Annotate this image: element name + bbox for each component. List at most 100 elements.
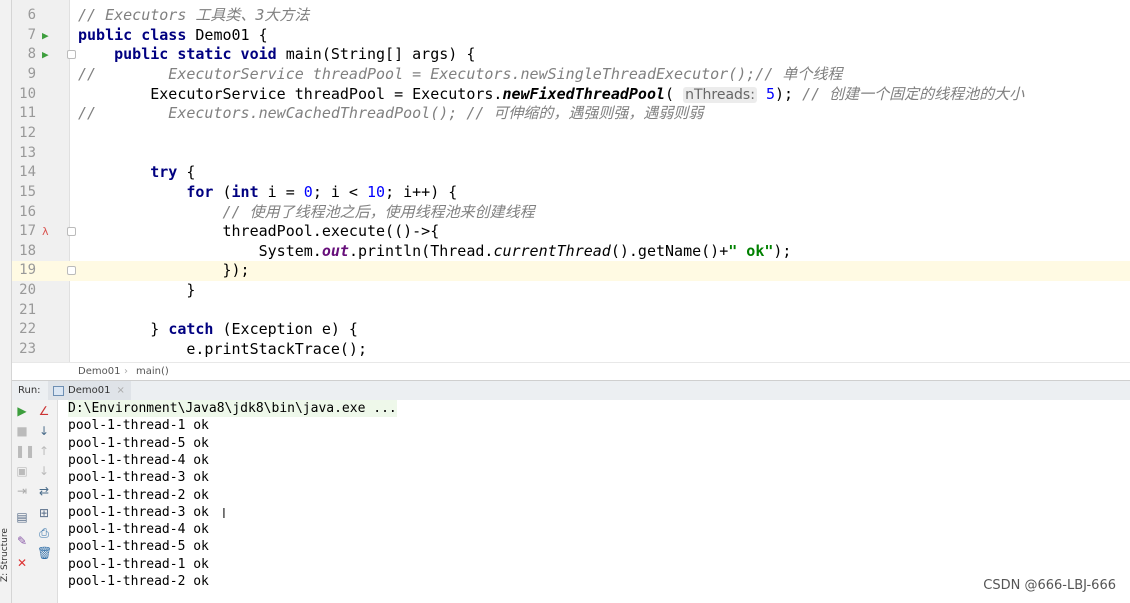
- breadcrumb-class[interactable]: Demo01: [78, 363, 120, 380]
- code-line[interactable]: 7 ▶ public class Demo01 {: [12, 26, 1130, 46]
- code-token: " ok": [728, 241, 774, 260]
- code-token: i =: [267, 182, 304, 201]
- line-number: 21: [19, 301, 36, 318]
- line-number: 13: [19, 144, 36, 161]
- code-line[interactable]: 8 ▶ public static void main(String[] args…: [12, 45, 1130, 65]
- code-token: // Executors.newCachedThreadPool(); // 可…: [78, 104, 704, 123]
- code-line[interactable]: 13: [12, 144, 1130, 164]
- pause-icon[interactable]: ❚❚: [15, 444, 35, 458]
- code-token: int: [231, 182, 268, 201]
- code-line[interactable]: 14 try {: [12, 163, 1130, 183]
- code-text: // Executors 工具类、3大方法: [78, 6, 309, 26]
- code-line[interactable]: 19 });: [12, 261, 1130, 282]
- console-command-line: D:\Environment\Java8\jdk8\bin\java.exe .…: [68, 400, 397, 418]
- wrap-icon[interactable]: ⇄: [37, 484, 51, 498]
- line-number: 14: [19, 164, 36, 181]
- code-line[interactable]: 22 } catch (Exception e) {: [12, 320, 1130, 340]
- scroll-to-end-icon[interactable]: ⊞: [37, 506, 51, 520]
- code-line[interactable]: 11 // Executors.newCachedThreadPool(); //…: [12, 104, 1130, 124]
- code-line[interactable]: 10 ExecutorService threadPool = Executor…: [12, 85, 1130, 105]
- console-line: pool-1-thread-1 ok: [68, 418, 209, 434]
- code-text: } catch (Exception e) {: [78, 320, 358, 340]
- code-token: // 使用了线程池之后，使用线程池来创建线程: [78, 202, 535, 221]
- breadcrumb-method[interactable]: main(): [136, 363, 169, 380]
- code-token: // 创建一个固定的线程池的大小: [802, 84, 1025, 103]
- close-icon[interactable]: ✕: [15, 556, 29, 570]
- code-line[interactable]: 17 λ threadPool.execute(()->{: [12, 222, 1130, 242]
- breadcrumb: Demo01 › main(): [12, 362, 1130, 380]
- code-line[interactable]: 9 // ExecutorService threadPool = Executo…: [12, 65, 1130, 85]
- code-token: newFixedThreadPool: [502, 84, 666, 103]
- code-token: e.printStackTrace();: [78, 340, 367, 359]
- run-tab-demo01[interactable]: Demo01 ×: [48, 381, 131, 401]
- code-text: // Executors.newCachedThreadPool(); // 可…: [78, 104, 703, 124]
- code-token: currentThread: [493, 241, 611, 260]
- code-line[interactable]: 6 // Executors 工具类、3大方法: [12, 6, 1130, 26]
- code-token: System.: [78, 241, 322, 260]
- code-token: (: [222, 182, 232, 201]
- code-line[interactable]: 18 System.out.println(Thread.currentThre…: [12, 242, 1130, 262]
- code-token: public static void: [78, 45, 286, 64]
- line-number: 11: [19, 105, 36, 122]
- code-token: }: [78, 281, 196, 300]
- code-text: threadPool.execute(()->{: [78, 222, 439, 242]
- fold-icon[interactable]: [67, 227, 76, 237]
- line-number: 9: [27, 65, 36, 82]
- console-line: pool-1-thread-5 ok: [68, 539, 209, 555]
- exit-icon[interactable]: ⇥: [15, 484, 29, 498]
- trash-icon[interactable]: 🗑: [37, 546, 52, 560]
- code-token: ; i <: [312, 182, 367, 201]
- code-text: System.out.println(Thread.currentThread(…: [78, 241, 792, 262]
- code-token: ExecutorService threadPool = Executors.: [78, 84, 503, 103]
- left-tool-strip: [0, 0, 12, 603]
- code-token: ; i++) {: [385, 182, 458, 201]
- code-token: }: [78, 320, 169, 339]
- code-token: );: [773, 241, 792, 260]
- code-line[interactable]: 12: [12, 124, 1130, 144]
- console-line: pool-1-thread-4 ok: [68, 522, 209, 538]
- stop-icon[interactable]: ■: [15, 424, 29, 438]
- structure-tool-tab[interactable]: Z: Structure: [0, 520, 12, 590]
- run-toolbar: ▶ ■ ❚❚ ▣ ⇥ ▤ ✎ ✕ ∠ ↓ ↑ ↓ ⇄ ⊞ ⎙ 🗑: [12, 400, 58, 603]
- code-token: for: [78, 182, 223, 201]
- code-editor[interactable]: 6 // Executors 工具类、3大方法 7 ▶ public class Dem…: [0, 0, 1130, 362]
- code-line[interactable]: 16 // 使用了线程池之后，使用线程池来创建线程: [12, 203, 1130, 223]
- sort-icon[interactable]: ↓: [37, 424, 51, 438]
- code-token: {: [186, 163, 196, 182]
- line-number: 8: [27, 46, 36, 63]
- print-icon[interactable]: ⎙: [37, 526, 51, 540]
- up-arrow-icon[interactable]: ↑: [37, 444, 51, 458]
- code-line[interactable]: 15 for (int i = 0; i < 10; i++) {: [12, 183, 1130, 203]
- code-token: // ExecutorService threadPool = Executor…: [78, 64, 843, 83]
- line-number: 6: [27, 7, 36, 23]
- code-token: (: [665, 84, 684, 103]
- breadcrumb-separator: ›: [124, 366, 128, 377]
- console-line: pool-1-thread-5 ok: [68, 435, 209, 451]
- soft-wrap-icon[interactable]: ∠: [37, 404, 51, 418]
- code-text: try {: [78, 163, 195, 183]
- code-text: }: [78, 281, 195, 301]
- code-line[interactable]: 23 e.printStackTrace();: [12, 340, 1130, 360]
- rerun-icon[interactable]: ▶: [15, 404, 29, 418]
- line-number: 18: [19, 242, 36, 259]
- console-line: pool-1-thread-3 ok: [68, 504, 209, 520]
- layout-icon[interactable]: ▤: [15, 510, 29, 524]
- code-text: });: [78, 261, 250, 281]
- down-arrow-icon[interactable]: ↓: [37, 464, 51, 478]
- run-gutter-icon[interactable]: ▶: [42, 26, 54, 46]
- close-tab-icon[interactable]: ×: [116, 385, 124, 396]
- code-token: });: [78, 261, 250, 280]
- code-line[interactable]: 21: [12, 301, 1130, 321]
- fold-icon[interactable]: [67, 266, 76, 276]
- pin-icon[interactable]: ✎: [15, 534, 29, 548]
- lambda-gutter-icon[interactable]: λ: [42, 222, 54, 242]
- code-token: public class: [78, 25, 196, 44]
- console-output[interactable]: D:\Environment\Java8\jdk8\bin\java.exe .…: [58, 400, 1130, 603]
- line-number: 15: [19, 183, 36, 200]
- run-gutter-icon[interactable]: ▶: [42, 45, 54, 65]
- dump-threads-icon[interactable]: ▣: [15, 464, 29, 478]
- code-token: (Exception e) {: [222, 320, 358, 339]
- fold-icon[interactable]: [67, 50, 76, 60]
- code-line[interactable]: 20 }: [12, 281, 1130, 301]
- code-token: main(String[] args) {: [285, 45, 476, 64]
